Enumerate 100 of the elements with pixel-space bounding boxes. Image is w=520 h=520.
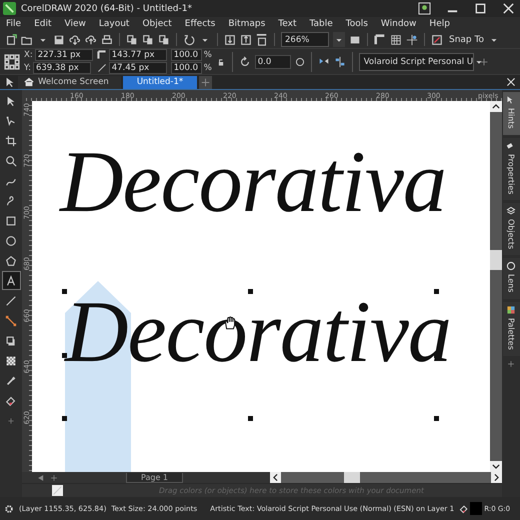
menu-item[interactable]: Bitmaps bbox=[228, 19, 266, 29]
docker-tab[interactable]: Hints bbox=[502, 92, 520, 135]
grid-icon[interactable] bbox=[390, 34, 402, 46]
polygon-tool-icon bbox=[5, 254, 17, 266]
selection-handle[interactable] bbox=[62, 352, 67, 358]
import-icon[interactable] bbox=[224, 34, 236, 46]
menu-item[interactable]: Help bbox=[429, 19, 450, 29]
zoom-field[interactable]: 266% bbox=[281, 32, 329, 47]
docker-tab[interactable]: Properties bbox=[502, 138, 520, 200]
menu-item[interactable]: Object bbox=[142, 19, 172, 29]
menu-item[interactable]: Window bbox=[380, 19, 416, 29]
menu-item[interactable]: Effects bbox=[184, 19, 216, 29]
connector-tool-icon bbox=[5, 314, 17, 326]
percent-label: % bbox=[204, 63, 212, 73]
add-icon[interactable] bbox=[478, 56, 490, 68]
y-label: Y: bbox=[24, 63, 31, 73]
selection-handle[interactable] bbox=[62, 416, 67, 421]
menu-item[interactable]: Layout bbox=[98, 19, 130, 29]
selection-handle[interactable] bbox=[434, 289, 439, 294]
docker-tab[interactable]: Lens bbox=[502, 258, 520, 299]
scroll-down-icon[interactable] bbox=[490, 461, 502, 472]
input-field[interactable]: 639.38 px bbox=[32, 62, 91, 74]
menu-item[interactable]: Text bbox=[278, 19, 296, 29]
copy-icon[interactable] bbox=[126, 34, 138, 46]
align-icon[interactable] bbox=[334, 56, 346, 68]
guidelines-icon[interactable] bbox=[406, 34, 418, 46]
print-icon[interactable] bbox=[101, 34, 113, 46]
docker-tab[interactable]: Palettes bbox=[502, 302, 520, 356]
artistic-text[interactable]: Decorativa bbox=[60, 139, 446, 227]
transparency-tool-icon bbox=[5, 354, 17, 366]
export-icon[interactable] bbox=[240, 34, 252, 46]
selection-handle[interactable] bbox=[434, 416, 439, 421]
snap-to-menu[interactable]: Snap To bbox=[449, 34, 484, 44]
tool-button[interactable] bbox=[2, 272, 20, 289]
shape-tool-icon bbox=[5, 114, 17, 126]
add-page-icon[interactable] bbox=[49, 472, 59, 482]
undo-icon[interactable] bbox=[183, 34, 195, 46]
account-icon[interactable] bbox=[418, 2, 431, 15]
save-icon[interactable] bbox=[53, 34, 65, 46]
scroll-thumb[interactable] bbox=[490, 250, 502, 270]
scroll-right-icon[interactable] bbox=[491, 472, 502, 483]
no-color-swatch-icon[interactable] bbox=[52, 485, 63, 496]
full-screen-icon[interactable] bbox=[349, 34, 361, 46]
menu-item[interactable]: Tools bbox=[346, 19, 368, 29]
eyedropper-tool-icon bbox=[5, 374, 17, 386]
new-tab-icon[interactable] bbox=[199, 76, 212, 88]
maximize-icon[interactable] bbox=[474, 2, 487, 15]
paste-icon[interactable] bbox=[142, 34, 154, 46]
window-title: CorelDRAW 2020 (64-Bit) - Untitled-1* bbox=[21, 4, 192, 14]
menu-item[interactable]: Edit bbox=[34, 19, 52, 29]
artistic-text[interactable]: Decorativa bbox=[65, 289, 451, 377]
menu-item[interactable]: View bbox=[64, 19, 86, 29]
lens-icon bbox=[506, 261, 516, 272]
input-field[interactable]: 100.0 bbox=[170, 62, 202, 74]
palettes-icon bbox=[506, 304, 516, 315]
rotation-field[interactable]: 0.0 bbox=[254, 54, 291, 68]
input-field[interactable]: 47.45 px bbox=[108, 62, 167, 74]
vertical-scrollbar[interactable] bbox=[490, 101, 502, 472]
close-docker-icon[interactable] bbox=[506, 77, 516, 87]
snap-icon[interactable] bbox=[431, 34, 443, 46]
scroll-thumb[interactable] bbox=[344, 472, 360, 483]
add-docker-icon[interactable] bbox=[506, 358, 516, 369]
selection-handle[interactable] bbox=[62, 289, 67, 294]
docker-tab[interactable]: Objects bbox=[502, 203, 520, 256]
selection-handle[interactable] bbox=[248, 289, 253, 294]
hand-cursor-icon bbox=[222, 315, 238, 331]
rulers-icon[interactable] bbox=[374, 34, 386, 46]
document-tab[interactable]: Welcome Screen bbox=[18, 76, 121, 88]
input-field[interactable]: 227.31 px bbox=[34, 49, 93, 61]
close-icon[interactable] bbox=[502, 2, 515, 15]
horizontal-scrollbar[interactable] bbox=[270, 472, 502, 483]
rectangle-tool-icon bbox=[5, 214, 17, 226]
cloud-download-icon[interactable] bbox=[69, 34, 81, 46]
menu-item[interactable]: File bbox=[6, 19, 22, 29]
fill-color-swatch bbox=[470, 502, 482, 515]
rotation-icon bbox=[238, 56, 251, 68]
rotation-center-icon[interactable] bbox=[294, 56, 305, 66]
reference-point-icon[interactable] bbox=[4, 54, 20, 70]
input-field[interactable]: 100.0 bbox=[170, 49, 202, 61]
text-tool-icon bbox=[5, 274, 17, 286]
crop-tool-icon bbox=[5, 134, 17, 146]
shadow-tool-icon bbox=[5, 334, 17, 346]
ellipse-tool-icon bbox=[5, 234, 17, 246]
scroll-up-icon[interactable] bbox=[490, 101, 502, 112]
cloud-upload-icon[interactable] bbox=[85, 34, 97, 46]
menu-item[interactable]: Table bbox=[309, 19, 333, 29]
settings-icon[interactable] bbox=[4, 504, 14, 514]
selection-handle[interactable] bbox=[248, 416, 253, 421]
app-logo-icon bbox=[3, 2, 16, 15]
page-tab[interactable]: Page 1 bbox=[126, 472, 183, 482]
clone-icon[interactable] bbox=[158, 34, 170, 46]
objects-icon bbox=[506, 206, 516, 216]
x-label: X: bbox=[24, 50, 33, 60]
line-tool-icon bbox=[5, 294, 17, 306]
input-field[interactable]: 143.77 px bbox=[108, 49, 167, 61]
document-tab[interactable]: Untitled-1* bbox=[122, 76, 198, 88]
new-document-icon[interactable] bbox=[5, 34, 17, 46]
scroll-left-icon[interactable] bbox=[270, 472, 281, 483]
pointer-icon[interactable] bbox=[4, 76, 16, 88]
fill-icon bbox=[459, 504, 470, 514]
